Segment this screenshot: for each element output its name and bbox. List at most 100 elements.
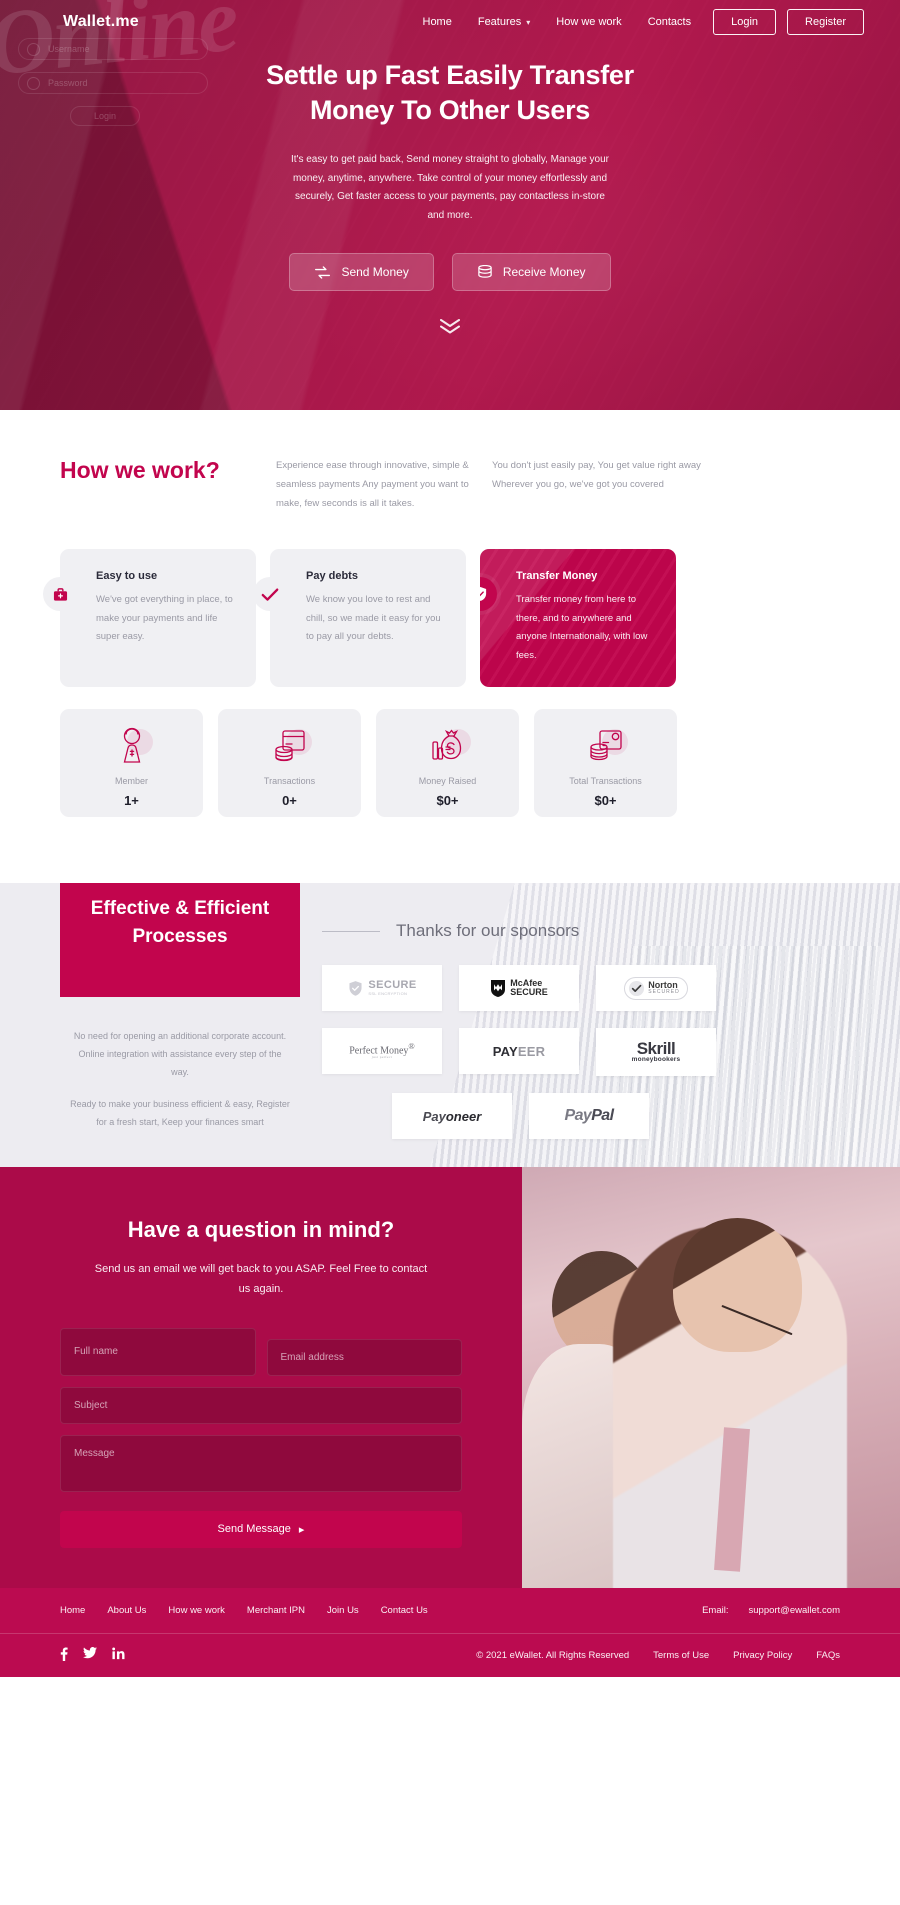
- footer-email-label: Email:: [702, 1604, 729, 1616]
- sponsor-main-text: PAY: [492, 1043, 518, 1059]
- stat-value: $0+: [594, 792, 617, 808]
- nav-item-contacts-label: Contacts: [647, 16, 692, 28]
- nav-links: Home Features ▾ How we work Contacts: [423, 16, 692, 28]
- send-message-button[interactable]: Send Message ▸: [60, 1510, 462, 1548]
- sponsors-heading-row: Thanks for our sponsors: [322, 921, 840, 941]
- sponsor-payoneer[interactable]: Payoneer: [392, 1093, 512, 1140]
- footer-link-privacy-policy[interactable]: Privacy Policy: [733, 1650, 792, 1661]
- twitter-icon[interactable]: [83, 1646, 97, 1664]
- effective-paragraph-1: No need for opening an additional corpor…: [73, 1031, 287, 1078]
- sponsor-secure-ssl[interactable]: SECURE SSL ENCRYPTION: [322, 965, 442, 1012]
- contact-section: Have a question in mind? Send us an emai…: [0, 1167, 900, 1588]
- hero-section: Online Username Password Login Wallet.me…: [0, 0, 900, 410]
- nav-item-contacts[interactable]: Contacts: [648, 16, 691, 28]
- check-icon: [253, 577, 287, 611]
- feature-card-text: We've got everything in place, to make y…: [96, 594, 233, 643]
- sponsors-column: Thanks for our sponsors SECURE SSL ENCRY…: [300, 883, 840, 1140]
- contact-photo: [522, 1167, 900, 1588]
- total-transactions-icon: [588, 723, 628, 767]
- feature-cards: Easy to use We've got everything in plac…: [43, 549, 840, 688]
- footer-email-value[interactable]: support@ewallet.com: [749, 1605, 841, 1616]
- chevron-down-icon: ▾: [526, 17, 531, 27]
- feature-card-title: Transfer Money: [516, 570, 598, 582]
- nav-item-features[interactable]: Features ▾: [478, 16, 530, 28]
- sponsor-payeer[interactable]: PAYEER: [459, 1028, 579, 1075]
- paypal-logo: PayPal: [565, 1107, 614, 1125]
- message-input[interactable]: [60, 1434, 462, 1492]
- receive-money-button[interactable]: Receive Money: [451, 253, 611, 292]
- footer-legal: © 2021 eWallet. All Rights Reserved Term…: [476, 1650, 840, 1661]
- stat-value: $0+: [436, 792, 459, 808]
- login-button[interactable]: Login: [713, 9, 777, 35]
- money-bag-icon: [429, 723, 471, 767]
- sponsors-section: Effective & Efficient Processes No need …: [0, 883, 900, 1168]
- navbar-right: Home Features ▾ How we work Contacts Log…: [423, 9, 864, 35]
- sponsor-sub-text: Pal: [591, 1107, 614, 1125]
- sponsor-sub-text: just perfect: [371, 1055, 393, 1060]
- sponsor-main-text: Pay: [422, 1108, 446, 1124]
- stat-card-member: Member 1+: [60, 709, 203, 818]
- register-button[interactable]: Register: [787, 9, 864, 35]
- linkedin-icon[interactable]: [112, 1647, 125, 1664]
- how-we-work-column-2: Experience ease through innovative, simp…: [276, 460, 469, 509]
- sponsor-main-text: SECURE: [368, 979, 417, 992]
- sponsor-sub-text: SSL ENCRYPTION: [368, 991, 408, 997]
- arrow-right-icon: ▸: [298, 1523, 305, 1536]
- coins-icon: [477, 265, 493, 279]
- footer-link-about-us[interactable]: About Us: [107, 1605, 146, 1616]
- nav-item-how-we-work-label: How we work: [556, 16, 622, 28]
- secure-ssl-logo: SECURE SSL ENCRYPTION: [347, 980, 416, 997]
- stat-value: 1+: [124, 792, 139, 808]
- stat-card-transactions: Transactions 0+: [218, 709, 361, 818]
- site-logo[interactable]: Wallet.me: [63, 13, 139, 31]
- nav-item-how-we-work[interactable]: How we work: [556, 16, 621, 28]
- nav-item-home[interactable]: Home: [423, 16, 452, 28]
- sponsor-paypal[interactable]: PayPal: [529, 1093, 649, 1140]
- sponsor-main-text: Pay: [564, 1107, 592, 1125]
- footer-link-contact-us[interactable]: Contact Us: [381, 1605, 428, 1616]
- effective-description: No need for opening an additional corpor…: [60, 1027, 300, 1131]
- email-address-input[interactable]: [266, 1338, 462, 1376]
- stat-label: Member: [114, 775, 148, 786]
- footer-link-how-we-work[interactable]: How we work: [168, 1605, 225, 1616]
- footer-link-home[interactable]: Home: [60, 1605, 85, 1616]
- footer-link-terms-of-use[interactable]: Terms of Use: [653, 1650, 709, 1661]
- send-money-button[interactable]: Send Money: [289, 253, 434, 292]
- scroll-down-icon[interactable]: [435, 317, 465, 335]
- sponsor-logo-row-3: Payoneer PayPal: [392, 1093, 840, 1140]
- footer-link-faqs[interactable]: FAQs: [816, 1650, 840, 1661]
- how-we-work-column-3: You don't just easily pay, You get value…: [492, 460, 701, 490]
- footer-link-join-us[interactable]: Join Us: [327, 1605, 359, 1616]
- contact-subtitle: Send us an email we will get back to you…: [94, 1263, 428, 1296]
- send-money-label: Send Money: [341, 265, 409, 280]
- sponsor-perfect-money[interactable]: Perfect Money® just perfect: [322, 1028, 442, 1075]
- facebook-icon[interactable]: [60, 1647, 68, 1664]
- footer-link-merchant-ipn[interactable]: Merchant IPN: [247, 1605, 305, 1616]
- contact-heading: Have a question in mind?: [127, 1217, 395, 1243]
- feature-card-easy-to-use[interactable]: Easy to use We've got everything in plac…: [43, 549, 256, 688]
- hero-cta-group: Send Money Receive Money: [0, 253, 900, 292]
- sponsor-skrill[interactable]: Skrill moneybookers: [596, 1028, 716, 1077]
- sponsors-inner: Effective & Efficient Processes No need …: [0, 883, 900, 1140]
- subject-input[interactable]: [60, 1386, 462, 1424]
- hero-title: Settle up Fast Easily Transfer Money To …: [266, 60, 634, 125]
- sponsor-sub-text: oneer: [445, 1108, 482, 1124]
- feature-card-pay-debts[interactable]: Pay debts We know you love to rest and c…: [253, 549, 466, 688]
- photo-person-head: [673, 1217, 802, 1353]
- stats-row: Member 1+ Transactions 0+ Money Raised $…: [60, 709, 840, 818]
- shield-check-icon: [480, 577, 497, 611]
- stat-label: Transactions: [263, 775, 316, 786]
- footer-email-block: Email: support@ewallet.com: [702, 1605, 840, 1616]
- receive-money-label: Receive Money: [502, 265, 586, 280]
- stat-card-money-raised: Money Raised $0+: [376, 709, 519, 818]
- effective-column: Effective & Efficient Processes No need …: [60, 883, 300, 1139]
- perfect-money-logo: Perfect Money® just perfect: [349, 1041, 415, 1060]
- sponsor-mcafee-secure[interactable]: McAfee SECURE: [459, 965, 579, 1012]
- sponsors-heading: Thanks for our sponsors: [396, 921, 580, 941]
- sponsor-sub-text: EER: [517, 1043, 546, 1059]
- full-name-input[interactable]: [60, 1327, 256, 1376]
- nav-item-features-label: Features: [477, 16, 522, 28]
- feature-card-transfer-money[interactable]: Transfer Money Transfer money from here …: [480, 549, 676, 688]
- sponsor-sub-text: SECURED: [648, 989, 680, 996]
- sponsor-norton-secured[interactable]: Norton SECURED: [596, 965, 716, 1012]
